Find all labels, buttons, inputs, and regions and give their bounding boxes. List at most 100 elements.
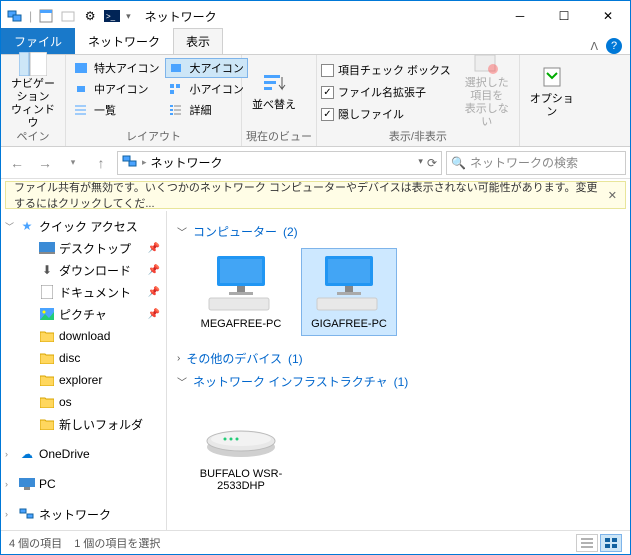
back-button[interactable]: ←	[5, 151, 29, 175]
layout-extra-large[interactable]: 特大アイコン	[70, 58, 163, 78]
chevron-down-icon: ﹀	[177, 224, 187, 239]
item-label: BUFFALO WSR-2533DHP	[195, 468, 287, 492]
options-button[interactable]: オプション	[524, 58, 580, 124]
content-area: ﹀★クイック アクセス デスクトップ📌 ⬇ダウンロード📌 ドキュメント📌 ピクチ…	[1, 211, 630, 530]
nav-downloads[interactable]: ⬇ダウンロード📌	[1, 259, 166, 281]
layout-details[interactable]: 詳細	[165, 100, 247, 120]
downloads-icon: ⬇	[39, 262, 55, 278]
pin-icon: 📌	[148, 287, 160, 298]
hide-selected-icon	[471, 53, 503, 75]
sort-icon	[258, 69, 290, 97]
options-icon	[536, 63, 568, 91]
router-icon	[205, 404, 277, 464]
tab-network[interactable]: ネットワーク	[75, 28, 173, 54]
status-selection: 1 個の項目を選択	[74, 535, 160, 551]
network-computer-item[interactable]: GIGAFREE-PC	[301, 248, 397, 336]
forward-button: →	[33, 151, 57, 175]
maximize-button[interactable]: ☐	[542, 1, 586, 31]
info-bar-text: ファイル共有が無効です。いくつかのネットワーク コンピューターやデバイスは表示さ…	[14, 179, 608, 211]
desktop-icon	[39, 240, 55, 256]
view-details-button[interactable]	[576, 534, 598, 552]
window-title: ネットワーク	[145, 8, 217, 25]
help-icon[interactable]: ?	[606, 38, 622, 54]
search-placeholder: ネットワークの検索	[470, 154, 578, 171]
nav-network[interactable]: ›ネットワーク	[1, 503, 166, 525]
nav-folder[interactable]: download	[1, 325, 166, 347]
address-bar: ← → ▾ ↑ ▸ ネットワーク ▾ ⟳ 🔍 ネットワークの検索	[1, 147, 630, 179]
qat-separator: |	[29, 9, 32, 23]
gear-icon[interactable]: ⚙	[82, 8, 98, 24]
network-icon	[19, 506, 35, 522]
folder-icon	[39, 350, 55, 366]
nav-desktop[interactable]: デスクトップ📌	[1, 237, 166, 259]
folder-icon	[39, 372, 55, 388]
item-label: MEGAFREE-PC	[201, 318, 282, 330]
network-computer-item[interactable]: MEGAFREE-PC	[193, 248, 289, 336]
nav-folder[interactable]: 新しいフォルダ	[1, 413, 166, 435]
nav-pictures[interactable]: ピクチャ📌	[1, 303, 166, 325]
layout-small[interactable]: 小アイコン	[165, 79, 247, 99]
info-bar[interactable]: ファイル共有が無効です。いくつかのネットワーク コンピューターやデバイスは表示さ…	[5, 181, 626, 209]
address-box[interactable]: ▸ ネットワーク ▾ ⟳	[117, 151, 442, 175]
folder-icon	[39, 416, 55, 432]
ribbon-collapse-icon[interactable]: ᐱ	[590, 40, 598, 53]
tab-file[interactable]: ファイル	[1, 28, 75, 54]
qat-new-folder-icon[interactable]	[60, 8, 76, 24]
group-infrastructure[interactable]: ﹀ ネットワーク インフラストラクチャ (1)	[177, 373, 620, 390]
ribbon-group-options: オプション	[520, 55, 584, 146]
chevron-right-icon: ›	[177, 353, 180, 364]
address-text: ネットワーク	[151, 154, 223, 171]
checkbox-extensions[interactable]: ✓ファイル名拡張子	[321, 82, 451, 102]
group-other-devices[interactable]: › その他のデバイス (1)	[177, 350, 620, 367]
title-bar: | ⚙ >_ ▾ ネットワーク ─ ☐ ✕	[1, 1, 630, 31]
folder-icon	[39, 328, 55, 344]
nav-pc[interactable]: ›PC	[1, 473, 166, 495]
layout-medium[interactable]: 中アイコン	[70, 79, 163, 99]
ribbon-group-layout: 特大アイコン 大アイコン 中アイコン 小アイコン 一覧 詳細 レイアウト	[66, 55, 242, 146]
star-icon: ★	[19, 218, 35, 234]
navigation-pane-button[interactable]: ナビゲーション ウィンドウ	[5, 58, 61, 124]
computer-icon	[205, 254, 277, 314]
status-item-count: 4 個の項目	[9, 535, 62, 551]
close-button[interactable]: ✕	[586, 1, 630, 31]
recent-dropdown[interactable]: ▾	[61, 151, 85, 175]
layout-large[interactable]: 大アイコン	[165, 58, 247, 78]
info-bar-close[interactable]: ✕	[608, 189, 617, 202]
ribbon-group-showhide: 項目チェック ボックス ✓ファイル名拡張子 ✓隠しファイル 選択した項目を 表示…	[317, 55, 520, 146]
nav-folder[interactable]: disc	[1, 347, 166, 369]
checkbox-hidden[interactable]: ✓隠しファイル	[321, 104, 451, 124]
address-dropdown-icon[interactable]: ▾	[418, 156, 423, 170]
ribbon-group-currentview: 並べ替え 現在のビュー	[242, 55, 317, 146]
navigation-pane: ﹀★クイック アクセス デスクトップ📌 ⬇ダウンロード📌 ドキュメント📌 ピクチ…	[1, 211, 167, 530]
nav-documents[interactable]: ドキュメント📌	[1, 281, 166, 303]
nav-folder[interactable]: explorer	[1, 369, 166, 391]
network-location-icon	[122, 153, 138, 172]
checkbox-item-checkboxes[interactable]: 項目チェック ボックス	[321, 60, 451, 80]
minimize-button[interactable]: ─	[498, 1, 542, 31]
group-computers[interactable]: ﹀ コンピューター (2)	[177, 223, 620, 240]
ribbon-group-pane: ナビゲーション ウィンドウ ペイン	[1, 55, 66, 146]
nav-folder[interactable]: os	[1, 391, 166, 413]
documents-icon	[39, 284, 55, 300]
tab-view[interactable]: 表示	[173, 28, 223, 54]
qat-console-icon[interactable]: >_	[104, 8, 120, 24]
search-icon: 🔍	[451, 156, 466, 170]
search-box[interactable]: 🔍 ネットワークの検索	[446, 151, 626, 175]
refresh-icon[interactable]: ⟳	[427, 156, 437, 170]
view-icons-button[interactable]	[600, 534, 622, 552]
network-icon	[7, 8, 23, 24]
network-device-item[interactable]: BUFFALO WSR-2533DHP	[193, 398, 289, 498]
qat-properties-icon[interactable]	[38, 8, 54, 24]
pin-icon: 📌	[148, 265, 160, 276]
folder-icon	[39, 394, 55, 410]
layout-list[interactable]: 一覧	[70, 100, 163, 120]
onedrive-icon: ☁	[19, 446, 35, 462]
nav-onedrive[interactable]: ›☁OneDrive	[1, 443, 166, 465]
ribbon: ナビゲーション ウィンドウ ペイン 特大アイコン 大アイコン 中アイコン 小アイ…	[1, 55, 630, 147]
sort-button[interactable]: 並べ替え	[246, 58, 302, 124]
nav-quick-access[interactable]: ﹀★クイック アクセス	[1, 215, 166, 237]
qat-dropdown-icon[interactable]: ▾	[126, 11, 131, 22]
navigation-pane-icon	[17, 52, 49, 76]
pin-icon: 📌	[148, 309, 160, 320]
up-button[interactable]: ↑	[89, 151, 113, 175]
